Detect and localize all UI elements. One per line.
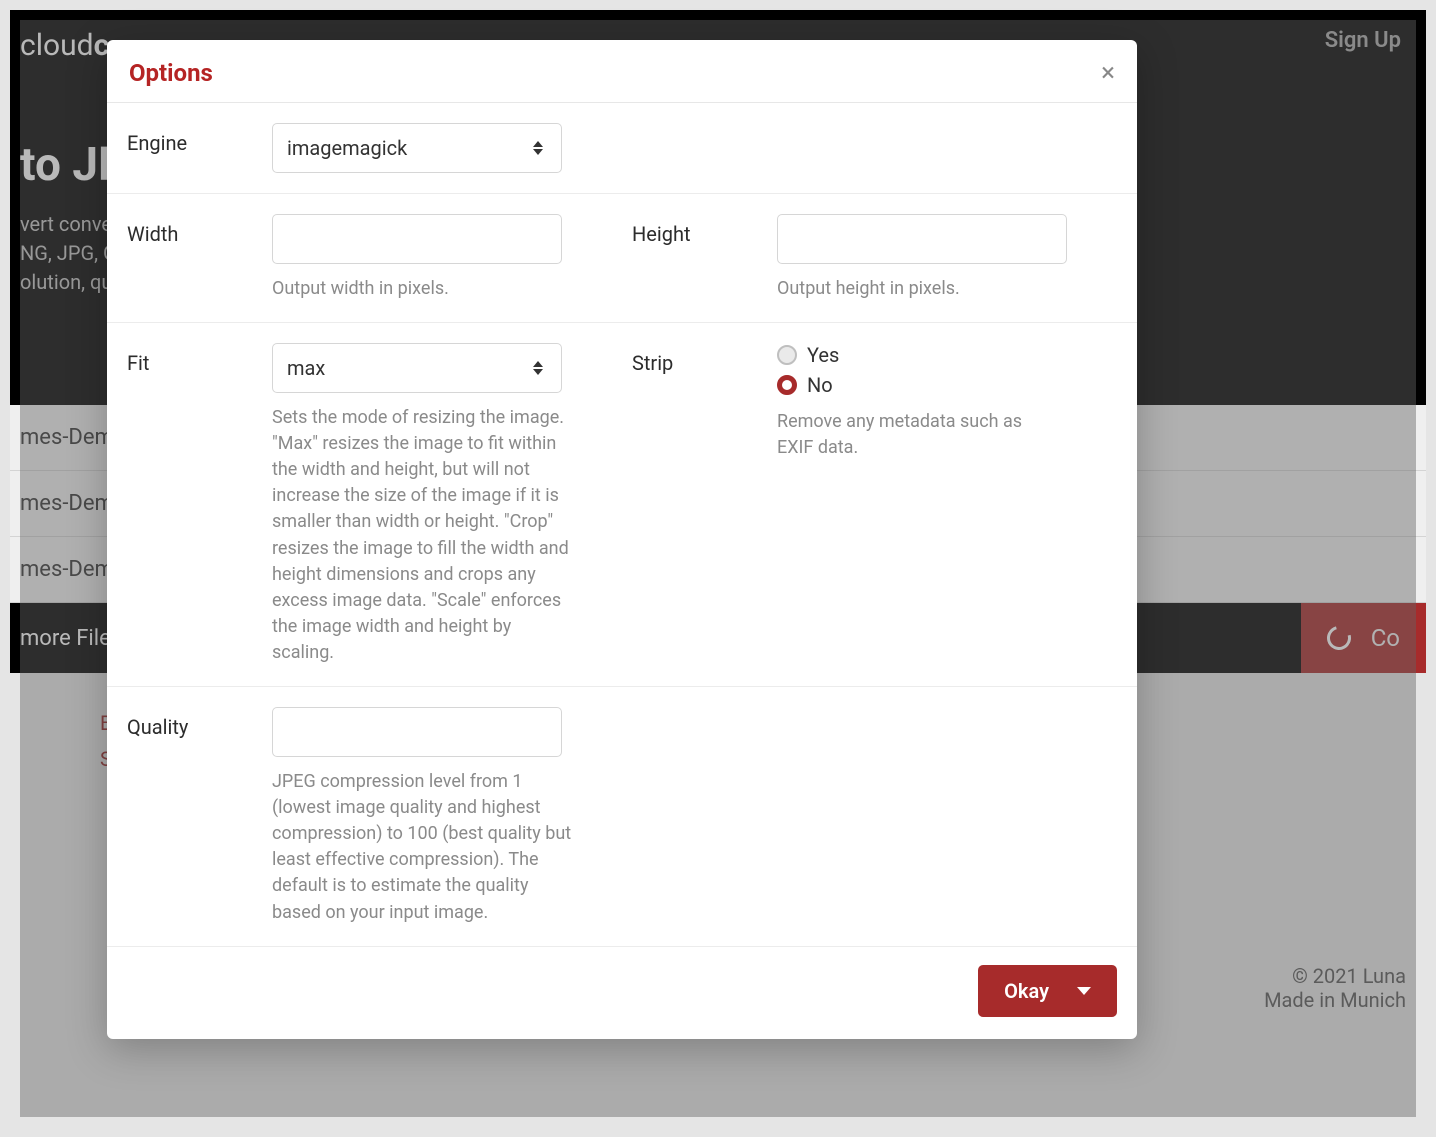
label-strip: Strip — [632, 343, 777, 666]
modal-body: Engine imagemagick Width — [107, 103, 1137, 947]
label-quality: Quality — [127, 707, 272, 926]
modal-footer: Okay — [107, 947, 1137, 1039]
field-engine: Engine imagemagick — [127, 123, 612, 173]
brand[interactable]: cloudc — [20, 28, 109, 63]
modal-header: Options × — [107, 40, 1137, 103]
field-strip: Strip Yes No Remove any m — [632, 343, 1117, 666]
strip-no-option[interactable]: No — [777, 373, 1117, 397]
label-fit: Fit — [127, 343, 272, 666]
field-fit: Fit max Sets the mode of resizing the im… — [127, 343, 612, 666]
page: cloudc Sign Up to JPG vert conver NG, JP… — [10, 10, 1426, 1127]
width-input[interactable] — [272, 214, 562, 264]
strip-yes-option[interactable]: Yes — [777, 343, 1117, 367]
field-width: Width Output width in pixels. — [127, 214, 612, 302]
caret-down-icon — [533, 149, 543, 155]
radio-icon — [777, 345, 797, 365]
quality-input[interactable] — [272, 707, 562, 757]
section-fit-strip: Fit max Sets the mode of resizing the im… — [107, 323, 1137, 687]
signup-link[interactable]: Sign Up — [1325, 28, 1401, 53]
convert-label: Co — [1371, 624, 1400, 652]
height-help: Output height in pixels. — [777, 276, 1077, 302]
caret-up-icon — [533, 361, 543, 367]
section-engine: Engine imagemagick — [107, 103, 1137, 194]
okay-button[interactable]: Okay — [978, 965, 1117, 1017]
okay-label: Okay — [1004, 979, 1049, 1003]
brand-light: cloud — [20, 28, 94, 63]
label-width: Width — [127, 214, 272, 302]
label-height: Height — [632, 214, 777, 302]
strip-radio-group: Yes No — [777, 343, 1117, 397]
fit-help: Sets the mode of resizing the image. "Ma… — [272, 405, 572, 666]
radio-selected-icon — [777, 375, 797, 395]
fit-select[interactable]: max — [272, 343, 562, 393]
close-icon[interactable]: × — [1101, 58, 1115, 88]
strip-yes-label: Yes — [807, 343, 839, 367]
label-engine: Engine — [127, 123, 272, 173]
engine-select-value: imagemagick — [287, 136, 407, 160]
width-help: Output width in pixels. — [272, 276, 572, 302]
footer-right: © 2021 Luna Made in Munich — [1264, 964, 1406, 1012]
copyright: © 2021 Luna — [1264, 964, 1406, 988]
refresh-icon — [1322, 622, 1355, 655]
convert-button[interactable]: Co — [1301, 603, 1426, 673]
caret-down-icon — [533, 369, 543, 375]
height-input[interactable] — [777, 214, 1067, 264]
made-in: Made in Munich — [1264, 988, 1406, 1012]
strip-help: Remove any metadata such as EXIF data. — [777, 409, 1037, 461]
section-dimensions: Width Output width in pixels. Height — [107, 194, 1137, 323]
quality-help: JPEG compression level from 1 (lowest im… — [272, 769, 572, 926]
caret-up-icon — [533, 141, 543, 147]
field-quality: Quality JPEG compression level from 1 (l… — [127, 707, 612, 926]
fit-select-value: max — [287, 356, 325, 380]
section-quality: Quality JPEG compression level from 1 (l… — [107, 687, 1137, 947]
modal-title: Options — [129, 59, 213, 87]
engine-select[interactable]: imagemagick — [272, 123, 562, 173]
field-height: Height Output height in pixels. — [632, 214, 1117, 302]
chevron-down-icon — [1077, 987, 1091, 995]
strip-no-label: No — [807, 373, 833, 397]
options-modal: Options × Engine imagemagick — [107, 40, 1137, 1039]
